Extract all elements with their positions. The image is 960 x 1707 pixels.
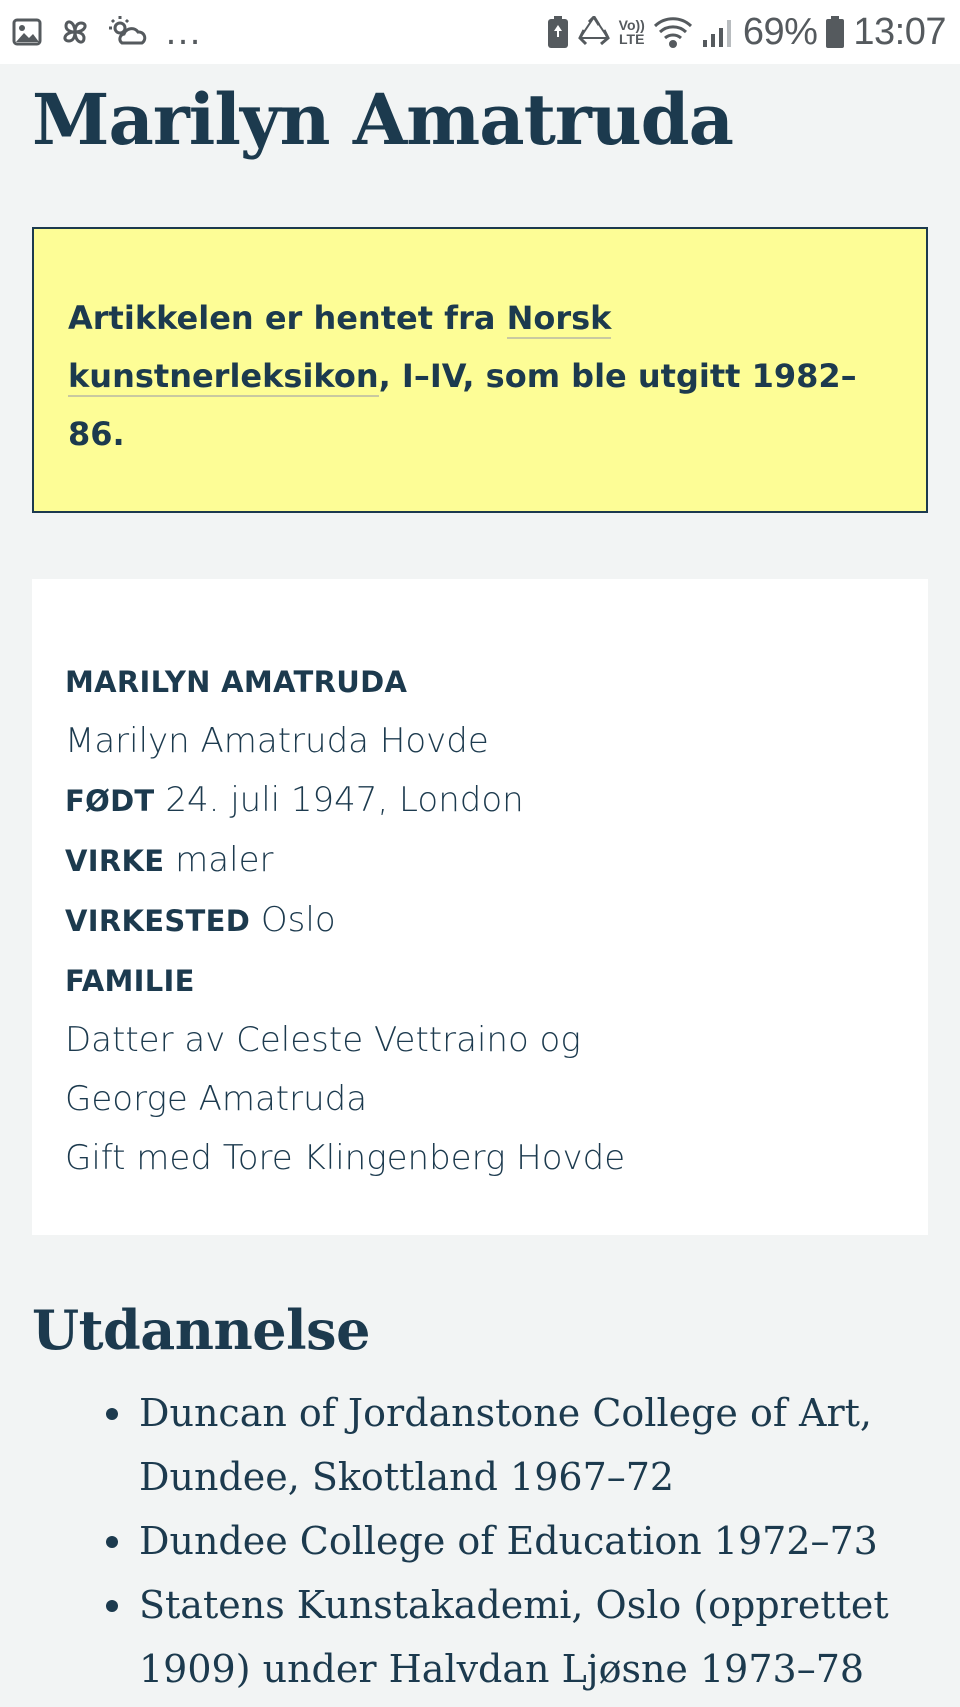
- education-item: Dundee College of Education 1972–73: [106, 1509, 960, 1573]
- volte-label: Vo)): [618, 17, 645, 33]
- fact-full-name: Marilyn Amatruda Hovde: [65, 721, 489, 761]
- source-notice-text: Artikkelen er hentet fra Norsk kunstnerl…: [68, 289, 894, 463]
- source-notice: Artikkelen er hentet fra Norsk kunstnerl…: [32, 227, 928, 513]
- page-title: Marilyn Amatruda: [32, 78, 734, 161]
- lte-label: LTE: [619, 31, 645, 47]
- fact-occupation-label: VIRKE: [65, 844, 165, 878]
- fact-born: FØDT 24. juli 1947, London: [65, 771, 896, 831]
- bullet-icon: [106, 1536, 118, 1548]
- fact-place: VIRKESTED Oslo: [65, 891, 896, 951]
- fact-occupation: VIRKE maler: [65, 831, 896, 891]
- fact-place-value: Oslo: [250, 900, 336, 940]
- sun-cloud-icon: [108, 15, 148, 49]
- education-item: Duncan of Jordanstone College of Art, Du…: [106, 1381, 960, 1509]
- education-heading: Utdannelse: [32, 1298, 370, 1362]
- image-icon: [12, 17, 42, 47]
- fact-box: MARILYN AMATRUDA Marilyn Amatruda Hovde …: [32, 579, 928, 1235]
- fact-place-label: VIRKESTED: [65, 904, 251, 938]
- status-bar-right: Vo)) LTE 69% 13:07: [539, 11, 946, 54]
- education-list: Duncan of Jordanstone College of Art, Du…: [0, 1381, 960, 1701]
- signal-icon: [701, 16, 735, 48]
- recycle-icon: [577, 16, 611, 48]
- fact-occupation-value: maler: [164, 840, 274, 880]
- pinwheel-icon: [58, 15, 92, 49]
- fact-family-line: George Amatruda: [65, 1079, 368, 1119]
- education-item-text: Dundee College of Education 1972–73: [139, 1519, 878, 1563]
- battery-icon: [825, 15, 845, 49]
- status-bar-left: …: [12, 11, 218, 54]
- education-item-text: Duncan of Jordanstone College of Art, Du…: [139, 1391, 872, 1499]
- fact-born-label: FØDT: [65, 784, 155, 818]
- education-item: Statens Kunstakademi, Oslo (opprettet 19…: [106, 1573, 960, 1701]
- education-item-text: Statens Kunstakademi, Oslo (opprettet 19…: [139, 1583, 889, 1691]
- fact-family: FAMILIE: [65, 951, 896, 1011]
- bullet-icon: [106, 1408, 118, 1420]
- clock: 13:07: [853, 10, 946, 53]
- fact-family-label: FAMILIE: [65, 964, 195, 998]
- notice-text-before: Artikkelen er hentet fra: [68, 299, 507, 337]
- fact-family-line: Datter av Celeste Vettraino og: [65, 1020, 581, 1060]
- status-bar: … Vo)) LTE 69% 13:07: [0, 0, 960, 64]
- fact-family-line: Gift med Tore Klingenberg Hovde: [65, 1138, 626, 1178]
- fact-born-value: 24. juli 1947, London: [154, 780, 524, 820]
- bullet-icon: [106, 1600, 118, 1612]
- battery-percent: 69%: [742, 10, 818, 53]
- overflow-indicator: …: [164, 10, 202, 53]
- battery-saver-icon: [547, 15, 569, 49]
- volte-icon: Vo)) LTE: [619, 18, 645, 46]
- fact-name-heading: MARILYN AMATRUDA: [65, 665, 408, 699]
- wifi-icon: [653, 16, 693, 48]
